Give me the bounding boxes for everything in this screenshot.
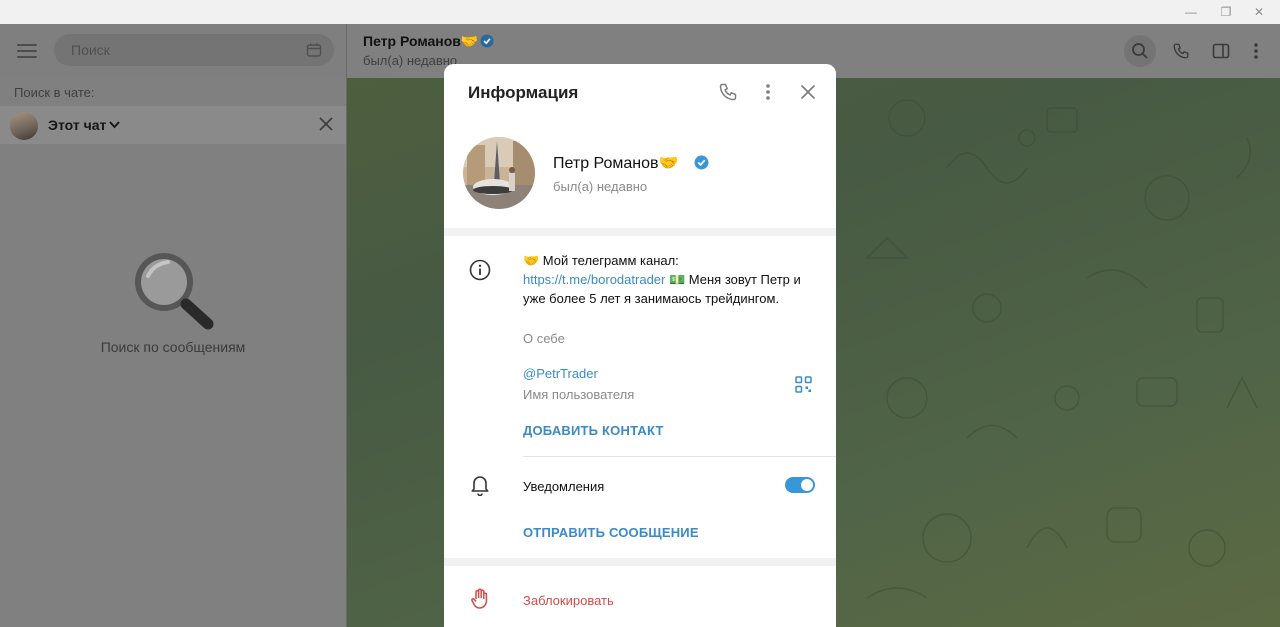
username-value[interactable]: @PetrTrader <box>523 366 598 381</box>
verified-icon <box>480 34 494 48</box>
close-icon <box>800 84 816 100</box>
phone-icon <box>719 83 737 101</box>
dialog-call-button[interactable] <box>716 80 740 104</box>
search-button[interactable] <box>1124 35 1156 67</box>
chat-filter-bar: Этот чат <box>0 106 346 144</box>
call-button[interactable] <box>1165 35 1197 67</box>
phone-icon <box>1173 43 1189 59</box>
dialog-title: Информация <box>468 83 579 102</box>
info-dialog: Информация Петр Романов🤝 был(а) недавно … <box>444 64 836 627</box>
notifications-toggle[interactable] <box>785 477 815 493</box>
empty-search-text: Поиск по сообщениям <box>100 339 246 355</box>
magnifier-icon <box>135 253 214 330</box>
block-section <box>444 566 836 627</box>
search-in-chat-label: Поиск в чате: <box>14 85 95 100</box>
search-input[interactable]: Поиск <box>54 34 334 66</box>
sidebar-toggle-button[interactable] <box>1205 35 1237 67</box>
send-message-button[interactable]: ОТПРАВИТЬ СООБЩЕНИЕ <box>523 525 699 540</box>
bio-label: О себе <box>523 331 565 346</box>
qr-code-icon[interactable] <box>795 376 812 393</box>
dialog-close-button[interactable] <box>796 80 820 104</box>
profile-avatar[interactable] <box>463 137 535 209</box>
more-icon <box>1254 43 1258 59</box>
bio-prefix: 🤝 Мой телеграмм канал: <box>523 253 679 268</box>
hand-stop-icon <box>471 588 488 609</box>
profile-status: был(а) недавно <box>553 179 648 194</box>
profile-name: Петр Романов🤝 <box>553 155 679 172</box>
search-icon <box>1132 43 1148 59</box>
verified-icon <box>694 155 709 170</box>
chevron-down-icon[interactable] <box>108 118 121 131</box>
add-contact-button[interactable]: ДОБАВИТЬ КОНТАКТ <box>523 423 664 438</box>
info-icon <box>469 259 491 281</box>
bio-text: 🤝 Мой телеграмм канал: https://t.me/boro… <box>523 251 813 308</box>
window-titlebar: — ❐ ✕ <box>0 0 1280 24</box>
username-label: Имя пользователя <box>523 387 635 402</box>
calendar-icon[interactable] <box>306 42 322 58</box>
minimize-button[interactable]: — <box>1176 0 1206 24</box>
search-placeholder: Поиск <box>71 42 110 58</box>
more-icon <box>766 84 770 100</box>
left-header: Поиск <box>0 24 346 78</box>
dialog-more-button[interactable] <box>756 80 780 104</box>
sidebar-icon <box>1212 43 1230 59</box>
profile-section: Информация Петр Романов🤝 был(а) недавно <box>444 64 836 228</box>
notifications-label: Уведомления <box>523 479 605 494</box>
block-user-button[interactable]: Заблокировать <box>523 593 614 608</box>
chat-selector[interactable]: Этот чат <box>48 117 106 133</box>
more-button[interactable] <box>1240 35 1272 67</box>
window-close-button[interactable]: ✕ <box>1244 0 1274 24</box>
divider <box>523 456 836 457</box>
chat-header-name[interactable]: Петр Романов🤝 <box>363 33 478 50</box>
toggle-knob <box>801 479 813 491</box>
left-panel: Поиск Поиск в чате: Этот чат Поиск по со… <box>0 24 346 627</box>
bio-link[interactable]: https://t.me/borodatrader <box>523 272 665 287</box>
menu-icon[interactable] <box>17 44 37 58</box>
bell-icon <box>471 476 489 496</box>
restore-button[interactable]: ❐ <box>1211 0 1241 24</box>
close-icon[interactable] <box>318 116 334 132</box>
avatar <box>10 112 38 140</box>
